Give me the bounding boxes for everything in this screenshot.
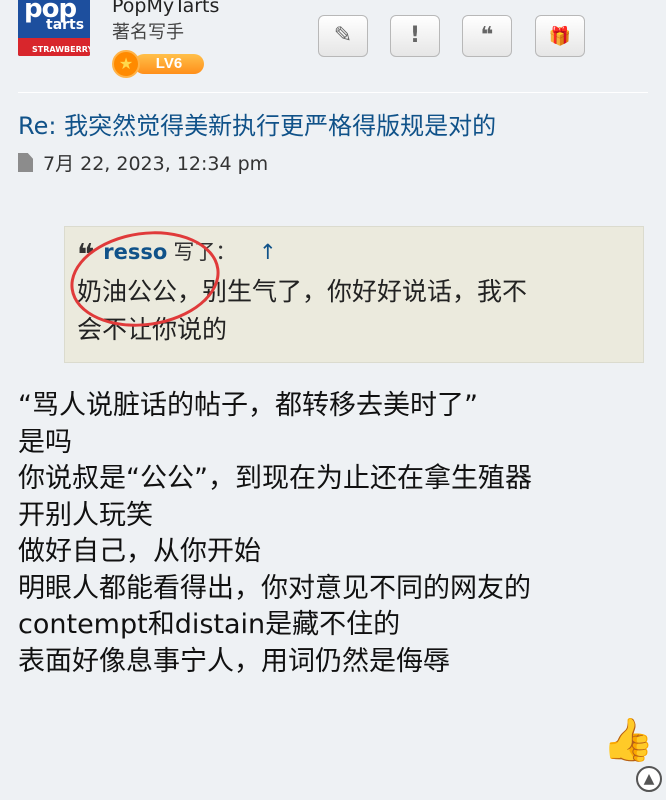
username-link[interactable]: PopMyTarts	[112, 0, 219, 18]
body-line: 开别人玩笑	[18, 499, 153, 531]
body-line: 你说叔是“公公”，到现在为止还在拿生殖器	[18, 463, 532, 494]
quote-header: ❝ resso 写了： ↑	[77, 235, 629, 273]
scroll-to-top-button[interactable]: ▲	[636, 766, 662, 792]
pencil-icon: ✎	[333, 23, 353, 48]
thumbs-up-icon[interactable]: 👍	[602, 716, 654, 764]
rank-badge: LV6 ★	[112, 50, 206, 78]
edit-button[interactable]: ✎	[318, 15, 368, 57]
quote-wrote-label: 写了：	[173, 240, 237, 264]
rank-label: LV6	[134, 54, 204, 74]
quote-button[interactable]: ❝	[462, 15, 512, 57]
quote-line: 会不让你说的	[77, 315, 228, 344]
avatar-text-tarts: tarts	[46, 17, 85, 33]
post-date: 7月 22, 2023, 12:34 pm	[43, 153, 269, 175]
body-line: “骂人说脏话的帖子，都转移去美时了”	[18, 390, 478, 421]
avatar-strip: STRAWBERRY	[18, 38, 90, 56]
quote-author-link[interactable]: resso	[103, 240, 167, 264]
chevron-up-icon: ▲	[643, 771, 655, 787]
avatar-text-flavor: STRAWBERRY	[32, 45, 90, 54]
gift-button[interactable]: 🎁	[535, 15, 585, 57]
quote-mark-icon: ❝	[77, 238, 95, 273]
user-title: 著名写手	[112, 22, 184, 43]
body-line: 做好自己，从你开始	[18, 536, 261, 567]
body-line: 明眼人都能看得出，你对意见不同的网友的	[18, 572, 531, 604]
quote-line: 奶油公公，别生气了，你好好说话，我不	[77, 277, 528, 306]
post-meta: 7月 22, 2023, 12:34 pm	[18, 150, 268, 178]
quote-icon: ❝	[480, 23, 494, 48]
report-button[interactable]: !	[390, 15, 440, 57]
user-avatar[interactable]: pop tarts STRAWBERRY	[18, 0, 90, 56]
body-line: 是吗	[18, 426, 72, 458]
exclamation-icon: !	[409, 23, 421, 48]
post-icon	[18, 153, 33, 172]
gift-icon: 🎁	[548, 26, 572, 47]
quote-jump-arrow-icon[interactable]: ↑	[259, 240, 277, 264]
post-content: “骂人说脏话的帖子，都转移去美时了” 是吗 你说叔是“公公”，到现在为止还在拿生…	[18, 388, 648, 680]
header-divider	[18, 92, 648, 93]
body-line: contempt和distain是藏不住的	[18, 609, 401, 640]
body-line: 表面好像息事宁人，用词仍然是侮辱	[18, 645, 450, 677]
quote-block: ❝ resso 写了： ↑ 奶油公公，别生气了，你好好说话，我不 会不让你说的	[64, 226, 644, 363]
post-title-link[interactable]: Re: 我突然觉得美新执行更严格得版规是对的	[18, 108, 496, 144]
star-icon: ★	[112, 50, 140, 78]
